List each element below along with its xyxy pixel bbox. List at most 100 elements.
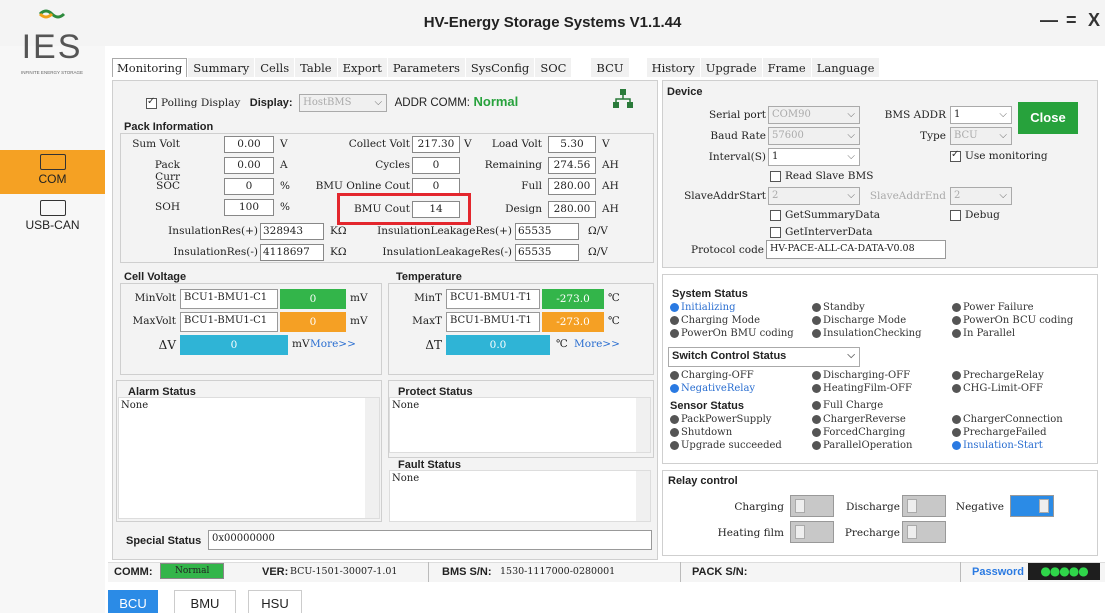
password-field[interactable]: ●●●●● — [1028, 563, 1100, 580]
status-dot-icon — [812, 329, 821, 338]
min-volt-cell-id: BCU1-BMU1-C1 — [180, 289, 278, 309]
slave-end-select[interactable]: 2 — [950, 187, 1012, 205]
status-item: Standby — [812, 302, 865, 313]
network-icon — [612, 88, 634, 110]
svg-text:IES: IES — [22, 28, 83, 66]
bms-addr-label: BMS ADDR — [884, 109, 946, 121]
alarm-text-area[interactable]: None — [118, 397, 380, 519]
tab-summary[interactable]: Summary — [188, 58, 255, 77]
password-label: Password — [972, 566, 1024, 578]
status-item: PowerOn BMU coding — [670, 328, 794, 339]
heating-film-toggle[interactable] — [790, 521, 834, 543]
bmu-online-label: BMU Online Cout — [315, 180, 410, 192]
max-t-value: -273.0 — [542, 312, 604, 332]
load-volt-unit: V — [602, 138, 610, 150]
delta-t-unit: ℃ — [556, 338, 568, 350]
debug-option[interactable]: Debug — [950, 209, 1000, 221]
tab-language[interactable]: Language — [811, 58, 880, 77]
tab-export[interactable]: Export — [337, 58, 387, 77]
status-item: ChargerConnection — [952, 414, 1063, 425]
status-item-label: ParallelOperation — [823, 440, 913, 451]
addr-comm-value: Normal — [473, 94, 519, 109]
sidebar-item-usb-can[interactable]: USB-CAN — [0, 196, 105, 240]
addr-comm-label: ADDR COMM: — [394, 97, 470, 109]
special-status-value: 0x00000000 — [208, 530, 652, 550]
baud-rate-select[interactable]: 57600 — [768, 127, 860, 145]
status-item: PrechargeRelay — [952, 370, 1044, 381]
min-t-value: -273.0 — [542, 289, 604, 309]
get-interver-checkbox[interactable] — [770, 226, 781, 238]
tab-sysconfig[interactable]: SysConfig — [465, 58, 535, 77]
discharge-relay-toggle[interactable] — [902, 495, 946, 517]
protocol-code-value[interactable]: HV-PACE-ALL-CA-DATA-V0.08 — [766, 240, 946, 259]
status-item-label: Shutdown — [681, 427, 733, 438]
status-dot-icon — [670, 384, 679, 393]
close-window-button[interactable]: X — [1088, 10, 1100, 31]
status-item-label: PrechargeFailed — [963, 427, 1047, 438]
tab-hsu-bottom[interactable]: HSU — [248, 590, 302, 613]
pack-info-header: Pack Information — [124, 121, 214, 133]
leak-neg-unit: Ω/V — [588, 246, 608, 258]
temp-more-link[interactable]: More>> — [574, 338, 620, 350]
cell-more-link[interactable]: More>> — [310, 338, 356, 350]
max-volt-cell-id: BCU1-BMU1-C1 — [180, 312, 278, 332]
precharge-relay-toggle[interactable] — [902, 521, 946, 543]
polling-display-checkbox[interactable] — [146, 96, 157, 109]
cycles-value: 0 — [412, 157, 460, 174]
close-button[interactable]: Close — [1018, 102, 1078, 134]
get-summary-option[interactable]: GetSummaryData — [770, 209, 880, 221]
tab-bcu-bottom[interactable]: BCU — [108, 590, 158, 613]
slave-start-select[interactable]: 2 — [768, 187, 860, 205]
tab-table[interactable]: Table — [295, 58, 337, 77]
maximize-button[interactable]: = — [1066, 10, 1077, 31]
status-item: Discharge Mode — [812, 315, 906, 326]
tab-parameters[interactable]: Parameters — [387, 58, 465, 77]
tab-cells[interactable]: Cells — [255, 58, 295, 77]
type-select[interactable]: BCU — [950, 127, 1012, 145]
read-slave-option[interactable]: Read Slave BMS — [770, 170, 873, 182]
alarm-scrollbar[interactable] — [365, 398, 379, 518]
sidebar-item-com[interactable]: COM — [0, 150, 105, 194]
delta-v-value: 0 — [180, 335, 288, 355]
tab-monitoring[interactable]: Monitoring — [112, 58, 188, 77]
max-volt-unit: mV — [350, 315, 368, 327]
leak-neg-value: 65535 — [515, 244, 579, 261]
minimize-button[interactable]: — — [1040, 10, 1058, 31]
tab-frame[interactable]: Frame — [762, 58, 811, 77]
negative-relay-toggle[interactable] — [1010, 495, 1054, 517]
get-summary-checkbox[interactable] — [770, 209, 781, 221]
protect-scrollbar[interactable] — [636, 398, 650, 452]
tab-soc[interactable]: SOC — [535, 58, 572, 77]
temperature-header: Temperature — [396, 271, 462, 283]
toggle-knob — [1039, 499, 1049, 513]
fault-text-area[interactable]: None — [389, 470, 651, 522]
serial-port-select[interactable]: COM90 — [768, 106, 860, 124]
get-interver-option[interactable]: GetInterverData — [770, 226, 873, 238]
tab-history[interactable]: History — [646, 58, 700, 77]
protect-text-area[interactable]: None — [389, 397, 651, 453]
read-slave-checkbox[interactable] — [770, 170, 781, 182]
full-charge-status: Full Charge — [812, 400, 883, 411]
status-item: HeatingFilm-OFF — [812, 383, 912, 394]
tab-bcu[interactable]: BCU — [591, 58, 629, 77]
bms-addr-select[interactable]: 1 — [950, 106, 1012, 124]
max-t-sensor-id: BCU1-BMU1-T1 — [446, 312, 540, 332]
interval-select[interactable]: 1 — [768, 148, 860, 166]
display-select[interactable]: HostBMS — [299, 94, 388, 112]
status-item: ForcedCharging — [812, 427, 905, 438]
status-dot-icon — [952, 384, 961, 393]
charging-relay-toggle[interactable] — [790, 495, 834, 517]
tab-upgrade[interactable]: Upgrade — [700, 58, 762, 77]
fault-scrollbar[interactable] — [636, 471, 650, 521]
charging-relay-label: Charging — [734, 501, 784, 513]
status-item-label: PowerOn BCU coding — [963, 315, 1074, 326]
use-monitoring-option[interactable]: Use monitoring — [950, 149, 1048, 162]
switch-control-select[interactable]: Switch Control Status — [668, 347, 860, 367]
cycles-label: Cycles — [375, 159, 410, 171]
ver-value: BCU-1501-30007-1.01 — [290, 566, 398, 577]
leak-neg-label: InsulationLeakageRes(-) — [382, 246, 512, 258]
status-item-label: Charging Mode — [681, 315, 761, 326]
use-monitoring-checkbox[interactable] — [950, 149, 961, 162]
tab-bmu-bottom[interactable]: BMU — [174, 590, 236, 613]
debug-checkbox[interactable] — [950, 209, 961, 221]
